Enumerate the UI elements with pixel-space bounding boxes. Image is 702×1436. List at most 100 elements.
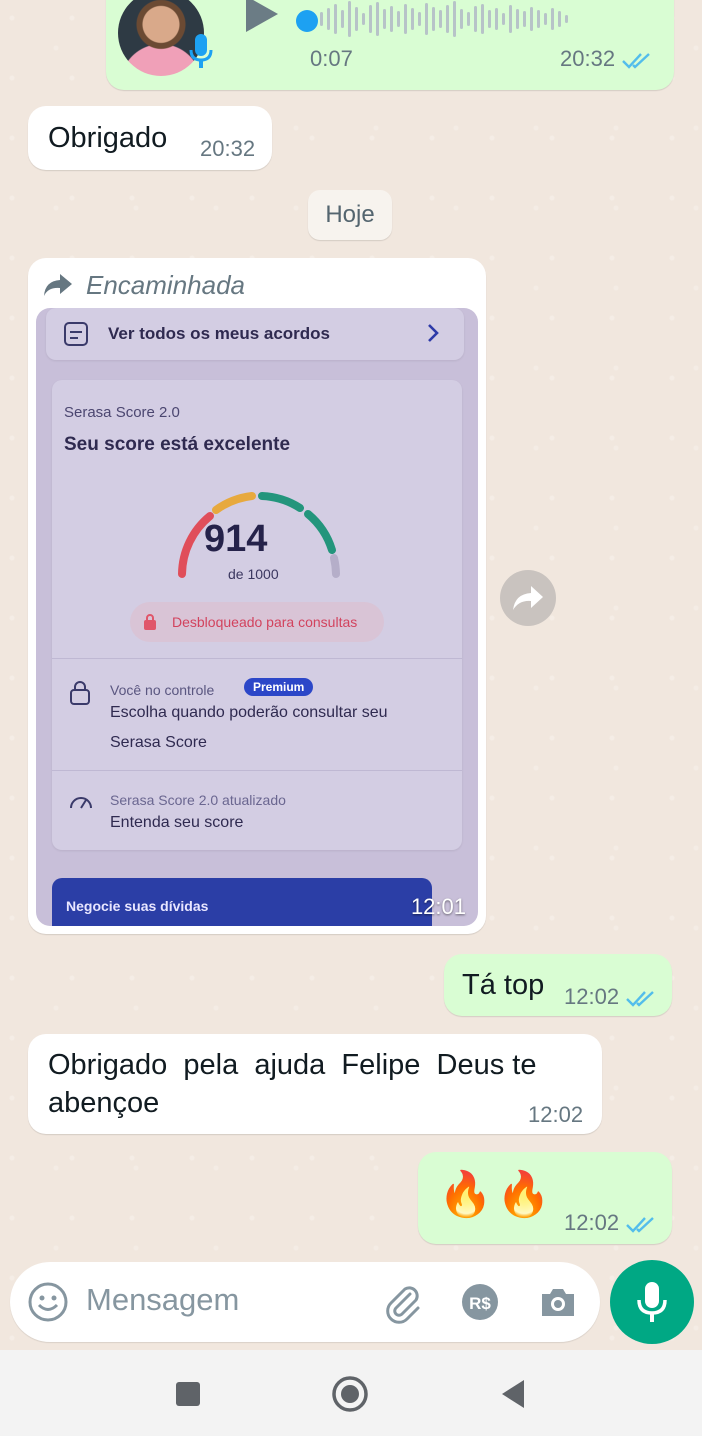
message-time: 12:02: [564, 1210, 659, 1236]
agreements-link-text: Ver todos os meus acordos: [108, 324, 331, 343]
message-time: 12:02: [564, 984, 659, 1010]
waveform-bar: [390, 6, 393, 32]
message-text: Tá top: [462, 969, 545, 1001]
waveform-bar: [432, 7, 435, 31]
triangle-back-icon[interactable]: [494, 1374, 534, 1414]
read-ticks-icon: [625, 1210, 659, 1235]
waveform-bar: [369, 5, 372, 33]
lock-outline-icon: [70, 681, 90, 705]
voice-record-button[interactable]: [610, 1260, 694, 1344]
message-text-line1: Obrigado pela ajuda Felipe Deus te: [48, 1049, 537, 1081]
incoming-message[interactable]: Obrigado 20:32: [28, 106, 272, 170]
emoji-icon[interactable]: [26, 1280, 70, 1324]
voice-duration: 0:07: [310, 46, 353, 71]
svg-text:R$: R$: [469, 1294, 491, 1313]
forwarded-label-text: Encaminhada: [86, 269, 245, 300]
waveform-bar: [397, 11, 400, 27]
play-icon[interactable]: [242, 0, 282, 34]
updated-desc: Entenda seu score: [110, 814, 244, 831]
message-time-text: 12:02: [564, 984, 620, 1009]
waveform-bar: [474, 6, 477, 32]
speedometer-icon: [70, 797, 92, 809]
waveform-bar: [495, 8, 498, 30]
waveform-bar: [460, 9, 463, 29]
share-arrow-icon: [513, 586, 543, 610]
forward-share-button[interactable]: [500, 570, 556, 626]
waveform-bar: [502, 13, 505, 25]
camera-icon[interactable]: [536, 1280, 580, 1324]
document-icon: [64, 322, 88, 346]
unlock-pill: Desbloqueado para consultas: [130, 602, 384, 642]
control-desc-line1: Escolha quando poderão consultar seu: [110, 704, 388, 721]
waveform-bar: [348, 1, 351, 37]
message-time: 12:02: [528, 1102, 584, 1127]
fire-emoji: 🔥: [496, 1170, 551, 1219]
score-max: de 1000: [228, 566, 279, 582]
premium-badge: Premium: [244, 678, 314, 696]
waveform-bar: [411, 8, 414, 30]
waveform-bar: [565, 15, 568, 23]
outgoing-message[interactable]: 🔥 🔥 12:02: [418, 1152, 672, 1244]
forwarded-image[interactable]: Ver todos os meus acordos Serasa Score 2…: [36, 308, 478, 926]
message-time-text: 20:32: [560, 46, 616, 71]
message-time-text: 12:02: [564, 1210, 620, 1235]
waveform-bar: [523, 11, 526, 27]
message-time: 20:32: [200, 136, 256, 161]
read-ticks-icon: [621, 46, 655, 71]
waveform-bar: [355, 7, 358, 31]
audio-waveform[interactable]: [320, 0, 650, 44]
waveform-bar: [320, 12, 323, 26]
waveform-bar: [404, 4, 407, 34]
waveform-bar: [341, 10, 344, 28]
unlock-label: Desbloqueado para consultas: [172, 614, 358, 630]
message-composer[interactable]: Mensagem R$: [10, 1262, 600, 1342]
updated-title: Serasa Score 2.0 atualizado: [110, 792, 286, 808]
message-text: Obrigado: [48, 122, 168, 154]
waveform-bar: [537, 10, 540, 28]
system-navigation-bar: [0, 1350, 702, 1436]
waveform-bar: [446, 5, 449, 33]
forwarded-label: Encaminhada: [42, 268, 245, 302]
rs-payment-icon[interactable]: R$: [458, 1280, 502, 1324]
forward-arrow-icon: [44, 274, 72, 296]
control-desc-line2: Serasa Score: [110, 734, 207, 751]
chat-area[interactable]: 0:07 20:32 Obrigado 20:32 Hoje Encaminha…: [0, 0, 702, 1350]
waveform-bar: [327, 8, 330, 30]
waveform-bar: [418, 12, 421, 26]
date-separator: Hoje: [308, 190, 392, 240]
waveform-bar: [530, 7, 533, 31]
score-status: Seu score está excelente: [64, 434, 291, 455]
forwarded-image-message[interactable]: Encaminhada Ver todos os meus acordos Se…: [28, 258, 486, 934]
negotiate-banner: Negocie suas dívidas: [52, 878, 432, 926]
playback-position-dot[interactable]: [296, 10, 318, 32]
message-text-line2: abençoe: [48, 1087, 160, 1119]
waveform-bar: [362, 13, 365, 25]
waveform-bar: [509, 5, 512, 33]
lock-icon: [144, 614, 156, 630]
score-value: 914: [204, 518, 268, 560]
waveform-bar: [376, 2, 379, 36]
score-card: Serasa Score 2.0 Seu score está excelent…: [52, 380, 462, 850]
waveform-bar: [383, 9, 386, 29]
message-time: 20:32: [560, 46, 655, 72]
negotiate-text: Negocie suas dívidas: [66, 898, 209, 914]
message-input[interactable]: Mensagem: [86, 1282, 239, 1318]
circle-icon[interactable]: [330, 1374, 370, 1414]
outgoing-message[interactable]: Tá top 12:02: [444, 954, 672, 1016]
paperclip-icon[interactable]: [380, 1280, 424, 1324]
message-time: 12:01: [410, 894, 466, 919]
waveform-bar: [467, 12, 470, 26]
incoming-message[interactable]: Obrigado pela ajuda Felipe Deus te abenç…: [28, 1034, 602, 1134]
waveform-bar: [481, 4, 484, 34]
fire-emoji: 🔥: [438, 1170, 493, 1219]
waveform-bar: [488, 10, 491, 28]
voice-message-bubble[interactable]: 0:07 20:32: [106, 0, 674, 90]
waveform-bar: [516, 9, 519, 29]
waveform-bar: [551, 8, 554, 30]
waveform-bar: [425, 3, 428, 35]
mic-icon: [189, 34, 213, 68]
square-icon[interactable]: [168, 1374, 208, 1414]
agreements-card: Ver todos os meus acordos: [46, 308, 464, 360]
waveform-bar: [558, 11, 561, 27]
waveform-bar: [544, 13, 547, 25]
